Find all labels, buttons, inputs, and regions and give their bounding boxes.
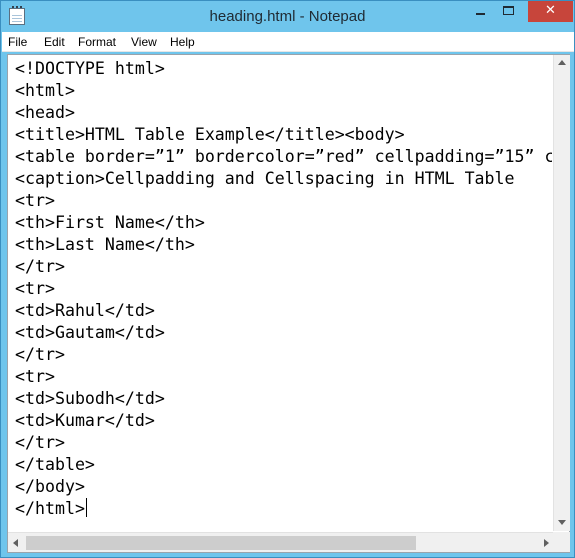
editor-line: </body>	[15, 477, 85, 496]
editor-line: <td>Gautam</td>	[15, 323, 165, 342]
text-editor[interactable]: <!DOCTYPE html> <html> <head> <title>HTM…	[7, 54, 570, 553]
scrollbar-corner	[553, 532, 570, 552]
horizontal-scrollbar[interactable]	[8, 532, 553, 552]
menu-edit[interactable]: Edit	[44, 35, 65, 49]
menu-format[interactable]: Format	[78, 35, 116, 49]
minimize-icon	[476, 13, 485, 15]
maximize-button[interactable]	[495, 1, 522, 22]
editor-line: <th>First Name</th>	[15, 213, 205, 232]
editor-text-area[interactable]: <!DOCTYPE html> <html> <head> <title>HTM…	[8, 55, 552, 531]
editor-line: <tr>	[15, 191, 55, 210]
editor-line: </table>	[15, 455, 95, 474]
editor-line: <tr>	[15, 279, 55, 298]
close-button[interactable]: ✕	[528, 1, 573, 22]
scroll-left-arrow-icon[interactable]	[13, 539, 18, 547]
editor-line: </tr>	[15, 345, 65, 364]
text-caret	[85, 498, 87, 517]
editor-line: <td>Subodh</td>	[15, 389, 165, 408]
scroll-up-arrow-icon[interactable]	[558, 60, 566, 65]
menu-bar: File Edit Format View Help	[2, 32, 574, 52]
maximize-icon	[503, 6, 514, 15]
editor-line: <th>Last Name</th>	[15, 235, 195, 254]
editor-line: <td>Rahul</td>	[15, 301, 155, 320]
menu-view[interactable]: View	[131, 35, 157, 49]
editor-line: <!DOCTYPE html>	[15, 59, 165, 78]
title-bar[interactable]: heading.html - Notepad ✕	[1, 1, 574, 32]
editor-line: <html>	[15, 81, 75, 100]
editor-line: <title>HTML Table Example</title><body>	[15, 125, 405, 144]
menu-help[interactable]: Help	[170, 35, 195, 49]
horizontal-scroll-thumb[interactable]	[26, 536, 416, 550]
editor-line: </tr>	[15, 433, 65, 452]
editor-line-text: </html>	[15, 499, 85, 518]
editor-line: <table border=”1” bordercolor=”red” cell…	[15, 147, 552, 166]
notepad-window: heading.html - Notepad ✕ File Edit Forma…	[0, 0, 575, 558]
editor-line-last: </html>	[15, 498, 552, 520]
editor-line: </tr>	[15, 257, 65, 276]
minimize-button[interactable]	[467, 1, 494, 22]
close-icon: ✕	[545, 3, 556, 18]
menu-file[interactable]: File	[8, 35, 27, 49]
vertical-scrollbar[interactable]	[553, 55, 570, 531]
scroll-down-arrow-icon[interactable]	[558, 520, 566, 525]
editor-line: <td>Kumar</td>	[15, 411, 155, 430]
editor-line: <tr>	[15, 367, 55, 386]
editor-line: <head>	[15, 103, 75, 122]
editor-line: <caption>Cellpadding and Cellspacing in …	[15, 169, 515, 188]
scroll-right-arrow-icon[interactable]	[544, 539, 549, 547]
